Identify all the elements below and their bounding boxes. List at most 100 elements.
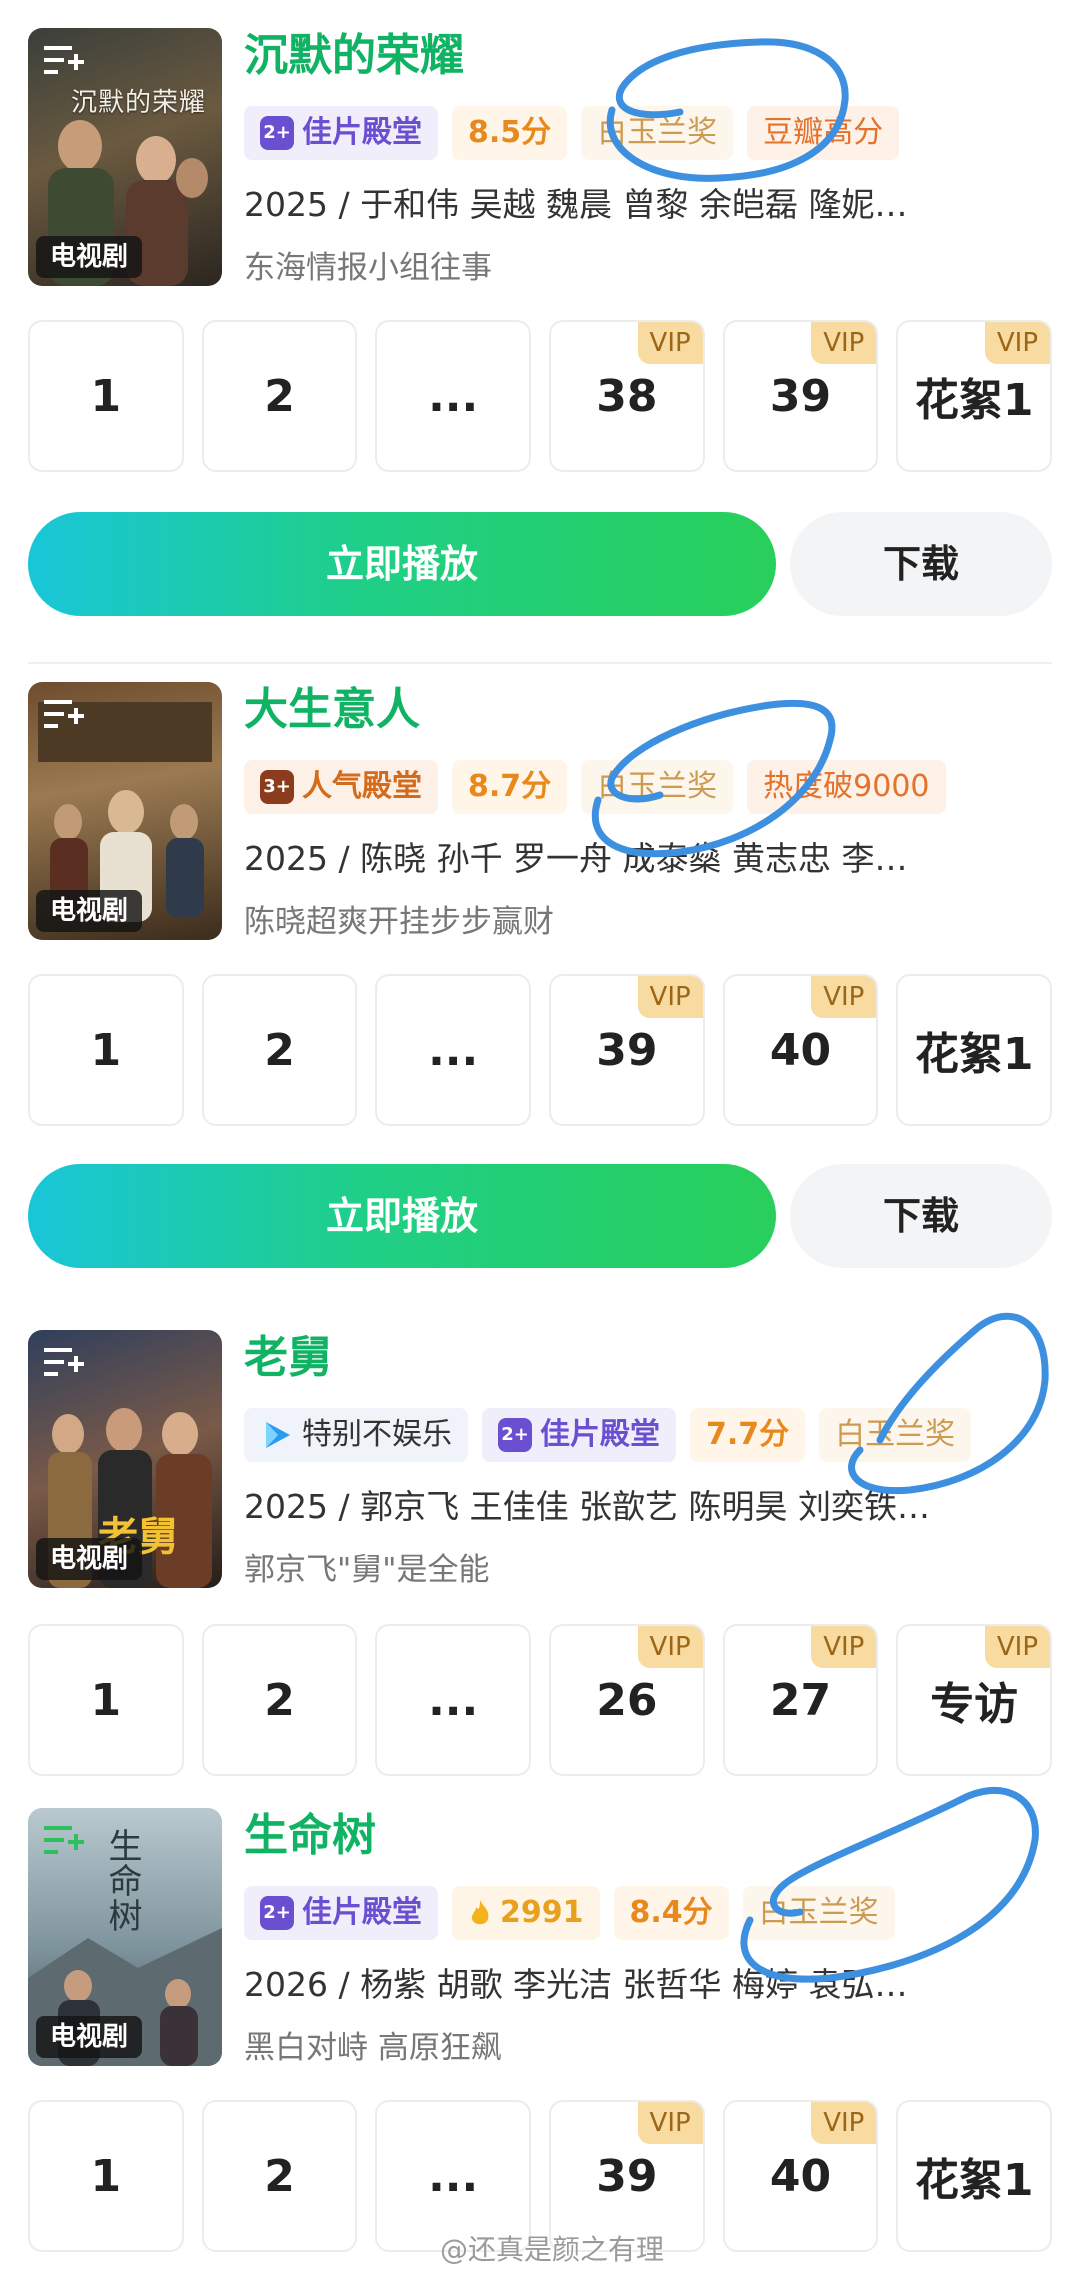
episode-button[interactable]: 2 [201,974,358,1126]
episode-button[interactable]: 38 VIP [549,320,705,472]
vip-badge: VIP [811,2102,877,2144]
tag-row: 3+ 人气殿堂 8.7分 白玉兰奖 热度破9000 [244,760,946,814]
show-title[interactable]: 生命树 [244,1808,1056,1864]
tag-label: 佳片殿堂 [302,115,422,150]
episode-label: 38 [596,370,658,422]
episode-label: ... [428,370,479,422]
add-to-list-icon[interactable] [40,1818,86,1864]
episode-label: 花絮1 [914,1029,1034,1080]
episode-label: 2 [264,2150,295,2202]
episode-label: 1 [90,1024,122,1076]
episode-button[interactable]: 花絮1 VIP [896,320,1053,472]
episode-button[interactable]: 40 VIP [722,974,879,1126]
episode-label: 39 [596,1024,658,1076]
episode-button[interactable]: 2 [201,2100,358,2252]
episode-label: 39 [769,370,832,422]
episode-label: 2 [264,1674,295,1726]
episode-label: 1 [90,370,122,422]
show-title[interactable]: 老舅 [244,1330,1056,1386]
download-button[interactable]: 下载 [790,512,1052,616]
episode-button[interactable]: 专访 VIP [896,1624,1053,1776]
cast-line: 2025 / 郭京飞 王佳佳 张歆艺 陈明昊 刘奕铁… [244,1487,931,1526]
episode-button[interactable]: 27 VIP [722,1624,879,1776]
vip-badge: VIP [637,976,703,1018]
episode-button[interactable]: ... [375,320,532,472]
episode-button[interactable]: 39 VIP [722,320,879,472]
tag-label: 人气殿堂 [302,769,422,804]
award-tag: 白玉兰奖 [819,1408,972,1462]
tag-row: 特别不娱乐 2+ 佳片殿堂 7.7分 白玉兰奖 [244,1408,972,1462]
poster[interactable]: 沉默的荣耀 电视剧 [28,28,222,286]
show-title[interactable]: 大生意人 [244,682,1056,738]
score-tag: 8.7分 [452,760,568,814]
poster-title: 生命树 [102,1828,142,1933]
hall-tag[interactable]: 2+ 佳片殿堂 [244,106,438,160]
hall-icon: 2+ [260,116,294,150]
episode-button[interactable]: 2 [201,320,358,472]
episode-row: 1 2 ... 39 VIP 40 VIP 花絮1 [28,974,1053,1126]
episode-label: 花絮1 [914,375,1034,426]
episode-button[interactable]: 花絮1 [896,2100,1053,2252]
hall-icon: 2+ [498,1418,532,1452]
add-to-list-icon[interactable] [40,1340,86,1386]
poster[interactable]: 老舅 电视剧 [28,1330,222,1588]
award-tag: 白玉兰奖 [581,760,734,814]
episode-label: ... [428,2150,479,2202]
episode-button[interactable]: 1 [28,1624,184,1776]
episode-button[interactable]: 1 [28,974,184,1126]
poster[interactable]: 生命树 电视剧 [28,1808,222,2066]
vip-badge: VIP [984,322,1051,364]
episode-button[interactable]: 2 [201,1624,358,1776]
episode-button[interactable]: 1 [28,320,184,472]
divider [28,662,1052,664]
award-tag: 白玉兰奖 [742,1886,895,1940]
add-to-list-icon[interactable] [40,38,86,84]
hall-icon: 3+ [260,770,294,804]
score-tag: 8.4分 [613,1886,729,1940]
episode-label: 2 [264,370,295,422]
episode-label: 专访 [930,1679,1019,1730]
heat-value: 2991 [500,1895,584,1930]
tag-row: 2+ 佳片殿堂 2991 8.4分 白玉兰奖 [244,1886,895,1940]
play-now-button[interactable]: 立即播放 [28,512,776,616]
episode-label: 1 [90,2150,122,2202]
episode-label: 27 [769,1674,832,1726]
episode-button[interactable]: 花絮1 [896,974,1053,1126]
download-button[interactable]: 下载 [790,1164,1052,1268]
hall-icon: 2+ [260,1896,294,1930]
vip-badge: VIP [637,322,703,364]
variety-tag[interactable]: 特别不娱乐 [244,1408,468,1462]
vip-badge: VIP [811,322,877,364]
tv-series-badge: 电视剧 [36,2016,143,2058]
show-subtitle: 东海情报小组往事 [244,250,492,286]
episode-button[interactable]: ... [375,974,532,1126]
tag-label: 佳片殿堂 [302,1895,422,1930]
episode-button[interactable]: 39 VIP [549,974,705,1126]
award-tag: 白玉兰奖 [581,106,734,160]
show-title[interactable]: 沉默的荣耀 [244,28,1056,84]
cast-line: 2025 / 陈晓 孙千 罗一舟 成泰燊 黄志忠 李… [244,839,908,878]
tv-series-badge: 电视剧 [36,236,143,278]
play-now-button[interactable]: 立即播放 [28,1164,776,1268]
show-subtitle: 陈晓超爽开挂步步赢财 [244,904,554,940]
episode-button[interactable]: 1 [28,2100,184,2252]
episode-button[interactable]: ... [375,1624,532,1776]
hall-tag[interactable]: 2+ 佳片殿堂 [482,1408,676,1462]
tag-label: 特别不娱乐 [302,1417,452,1452]
vip-badge: VIP [811,976,877,1018]
episode-row: 1 2 ... 26 VIP 27 VIP 专访 VIP [28,1624,1053,1776]
episode-label: 39 [596,2150,658,2202]
play-icon [266,1422,290,1448]
poster[interactable]: 电视剧 [28,682,222,940]
hall-tag[interactable]: 2+ 佳片殿堂 [244,1886,438,1940]
tag-label: 佳片殿堂 [540,1417,660,1452]
vip-badge: VIP [637,1626,703,1668]
heat-tag: 2991 [452,1886,600,1940]
score-tag: 7.7分 [690,1408,806,1462]
add-to-list-icon[interactable] [40,692,86,738]
hall-tag[interactable]: 3+ 人气殿堂 [244,760,438,814]
episode-label: 2 [264,1024,295,1076]
episode-button[interactable]: 26 VIP [549,1624,705,1776]
show-subtitle: 郭京飞"舅"是全能 [244,1552,490,1588]
episode-button[interactable]: 40 VIP [722,2100,879,2252]
